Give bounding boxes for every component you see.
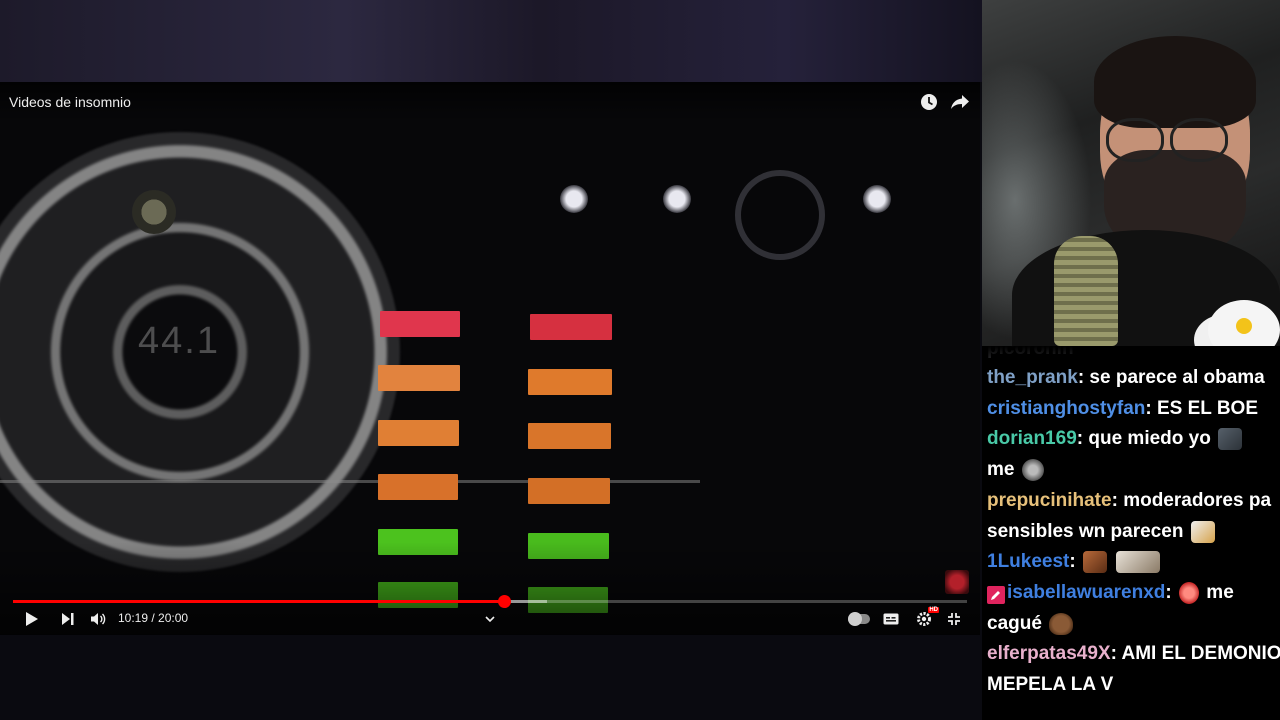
microphone xyxy=(1054,236,1118,346)
captions-icon[interactable] xyxy=(882,609,900,629)
chat-emote xyxy=(1116,551,1161,574)
chat-username[interactable]: cristianghostyfan xyxy=(987,398,1145,419)
chat-message-text: me xyxy=(1206,581,1234,603)
streamer-webcam xyxy=(982,0,1280,346)
level-meter-bar xyxy=(378,474,458,500)
chat-emote xyxy=(1218,428,1243,451)
chat-message-text: se parece al obama xyxy=(1089,367,1265,388)
chat-emote xyxy=(1049,612,1074,635)
level-meter-bar xyxy=(528,478,610,504)
hd-badge: HD xyxy=(928,607,939,613)
chevron-down-icon[interactable] xyxy=(482,609,498,629)
chat-message-text: me xyxy=(987,459,1015,481)
video-frame-light xyxy=(863,185,891,213)
player-top-bar xyxy=(0,82,980,122)
progress-bar[interactable] xyxy=(13,595,967,608)
background-blur-band xyxy=(0,0,982,82)
chat-username[interactable]: dorian169 xyxy=(987,428,1077,449)
level-meter-bar xyxy=(380,311,460,337)
chat-username[interactable]: the_prank xyxy=(987,367,1078,388)
chat-username[interactable]: isabellawuarenxd xyxy=(1007,582,1165,603)
chat-fade xyxy=(982,346,1280,366)
play-icon[interactable] xyxy=(23,609,41,629)
chat-message-text: cagué xyxy=(987,612,1042,634)
chat-message: isabellawuarenxd: me cagué xyxy=(987,581,1234,635)
chat-message: elferpatas49X: AMI EL DEMONIO MEPELA LA … xyxy=(987,643,1280,696)
level-meter-bar xyxy=(530,314,612,340)
skip-next-icon[interactable] xyxy=(59,609,77,629)
video-frame-light xyxy=(663,185,691,213)
chat-message: the_prank: se parece al obama xyxy=(987,367,1265,388)
video-player[interactable]: 44.1 Videos de insomnio 10:19 / 20:00 HD xyxy=(0,82,980,635)
chat-username[interactable]: 1Lukeest xyxy=(987,551,1069,572)
video-frame-ring xyxy=(735,170,825,260)
video-title[interactable]: Videos de insomnio xyxy=(9,94,131,110)
video-overlay-number: 44.1 xyxy=(138,320,220,362)
chat-username[interactable]: elferpatas49X xyxy=(987,643,1111,664)
gear-icon[interactable]: HD xyxy=(914,607,939,629)
chat-emote xyxy=(1179,581,1200,604)
chat-message: dorian169: que miedo yo me xyxy=(987,424,1280,485)
volume-icon[interactable] xyxy=(89,609,107,629)
video-frame-light xyxy=(560,185,588,213)
chat-message: prepucinihate: moderadores pa sensibles … xyxy=(987,489,1272,543)
progress-played xyxy=(13,600,505,603)
level-meter-bar xyxy=(378,420,459,446)
chat-message: cristianghostyfan: ES EL BOE xyxy=(987,397,1258,419)
chat-messages: picoronin the_prank: se parece al obama … xyxy=(987,346,1280,701)
share-arrow-icon[interactable] xyxy=(950,92,970,112)
level-meter-bar xyxy=(528,369,612,395)
chat-panel: picoronin the_prank: se parece al obama … xyxy=(982,346,1280,720)
level-meter-bar xyxy=(378,365,460,391)
chat-message-text: ES EL BOE xyxy=(1156,397,1258,419)
level-meter-bar xyxy=(528,423,611,449)
video-frame-hub xyxy=(132,190,176,234)
exit-fullscreen-icon[interactable] xyxy=(945,609,963,629)
chat-emote xyxy=(1082,551,1107,574)
clock-icon[interactable] xyxy=(919,92,939,112)
channel-watermark[interactable] xyxy=(945,570,969,594)
streamer-glasses xyxy=(1106,118,1228,162)
chat-emote xyxy=(1021,459,1044,482)
chat-emote xyxy=(1190,520,1215,543)
pencil-badge-icon xyxy=(987,584,1005,604)
autoplay-toggle-icon[interactable] xyxy=(848,612,870,626)
chat-message-text: que miedo yo xyxy=(1088,428,1211,450)
time-display: 10:19 / 20:00 xyxy=(118,611,189,625)
chat-username[interactable]: prepucinihate xyxy=(987,490,1112,511)
chat-message: 1Lukeest: xyxy=(987,547,1280,578)
streamer-hair xyxy=(1094,36,1256,128)
